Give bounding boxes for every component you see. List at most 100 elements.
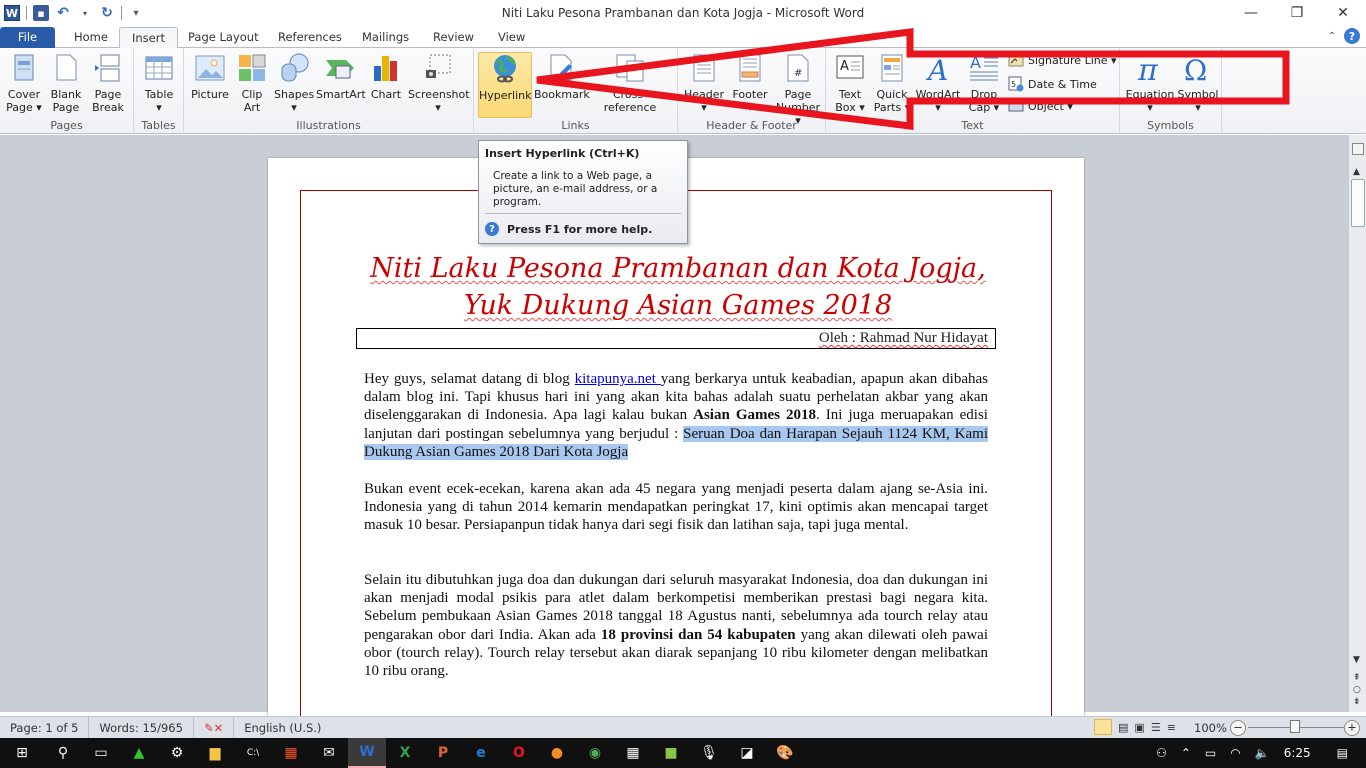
vertical-scrollbar[interactable]: ▲ ▼ ⇞ ○ ⇟ <box>1348 135 1366 712</box>
undo-dropdown-icon[interactable]: ▾ <box>77 5 93 21</box>
text-box-button[interactable]: A Text Box ▾ <box>830 52 870 114</box>
view-ruler-icon[interactable] <box>1352 143 1364 155</box>
page-count[interactable]: Page: 1 of 5 <box>0 716 90 739</box>
opera-icon[interactable]: O <box>500 738 538 768</box>
clock[interactable]: 6:25 <box>1284 746 1311 760</box>
task-view-icon[interactable]: ▭ <box>82 738 120 768</box>
sticky-notes-icon[interactable]: ◪ <box>728 738 766 768</box>
zoom-slider-thumb[interactable] <box>1290 720 1300 733</box>
quick-parts-button[interactable]: Quick Parts ▾ <box>872 52 912 114</box>
tab-home[interactable]: Home <box>62 27 120 48</box>
excel-icon[interactable]: X <box>386 738 424 768</box>
file-explorer-icon[interactable]: ▆ <box>196 738 234 768</box>
object-button[interactable]: Object ▾ <box>1008 98 1073 114</box>
footer-button[interactable]: Footer ▾ <box>728 52 772 114</box>
clip-art-label: Clip Art <box>241 88 263 114</box>
blog-link[interactable]: kitapunya.net <box>575 371 661 387</box>
scroll-down-arrow-icon[interactable]: ▼ <box>1353 655 1360 665</box>
word-taskbar-icon[interactable]: W <box>348 738 386 768</box>
web-layout-icon[interactable]: ▣ <box>1134 721 1144 734</box>
drop-cap-button[interactable]: A Drop Cap ▾ <box>964 52 1004 114</box>
show-hidden-icons[interactable]: ⌃ <box>1181 746 1191 760</box>
bookmark-icon <box>545 52 577 84</box>
edge-icon[interactable]: e <box>462 738 500 768</box>
people-icon[interactable]: ⚇ <box>1156 746 1167 760</box>
draft-view-icon[interactable]: ≡ <box>1167 721 1176 734</box>
wordart-button[interactable]: A WordArt ▾ <box>914 52 962 114</box>
customize-qat-icon[interactable]: ▾ <box>128 5 144 21</box>
select-browse-object-icon[interactable]: ○ <box>1353 685 1361 695</box>
battery-icon[interactable]: ▭ <box>1205 746 1216 760</box>
outline-view-icon[interactable]: ☰ <box>1151 721 1161 734</box>
undo-icon[interactable]: ↶ <box>55 5 71 21</box>
zoom-in-button[interactable]: + <box>1344 720 1360 736</box>
zoom-out-button[interactable]: − <box>1230 720 1246 736</box>
redo-icon[interactable]: ↻ <box>99 5 115 21</box>
signature-line-button[interactable]: Signature Line ▾ <box>1008 52 1117 68</box>
bookmark-button[interactable]: Bookmark <box>534 52 590 101</box>
next-page-icon[interactable]: ⇟ <box>1353 697 1361 707</box>
powerpoint-icon[interactable]: P <box>424 738 462 768</box>
shapes-button[interactable]: Shapes ▾ <box>274 52 314 114</box>
start-icon[interactable]: ⊞ <box>0 738 44 768</box>
tab-view[interactable]: View <box>486 27 537 48</box>
zoom-level[interactable]: 100% <box>1194 717 1227 739</box>
search-icon[interactable]: ⚲ <box>44 738 82 768</box>
language[interactable]: English (U.S.) <box>234 717 331 739</box>
tab-file[interactable]: File <box>0 27 55 48</box>
cross-reference-button[interactable]: Cross-reference <box>590 52 670 114</box>
scroll-up-arrow-icon[interactable]: ▲ <box>1353 167 1360 177</box>
app-green-2-icon[interactable]: ■ <box>652 738 690 768</box>
svg-text:A: A <box>925 54 948 84</box>
tab-review[interactable]: Review <box>421 27 486 48</box>
header-button[interactable]: Header ▾ <box>682 52 726 114</box>
chrome-icon[interactable]: ◉ <box>576 738 614 768</box>
full-screen-reading-icon[interactable]: ▤ <box>1118 721 1128 734</box>
proofing-icon[interactable]: ✎✕ <box>194 716 235 739</box>
table-button[interactable]: Table ▾ <box>139 52 179 114</box>
chart-button[interactable]: Chart <box>366 52 406 101</box>
action-center-icon[interactable]: ▤ <box>1337 746 1348 760</box>
tab-insert[interactable]: Insert <box>119 27 178 49</box>
voice-recorder-icon[interactable]: 🎙 <box>690 738 728 768</box>
equation-button[interactable]: π Equation ▾ <box>1124 52 1176 114</box>
print-layout-view-icon[interactable] <box>1094 719 1112 735</box>
previous-page-icon[interactable]: ⇞ <box>1353 673 1361 683</box>
date-time-button[interactable]: 5 Date & Time <box>1008 76 1097 92</box>
picture-button[interactable]: Picture <box>190 52 230 101</box>
word-count[interactable]: Words: 15/965 <box>89 716 194 739</box>
symbol-button[interactable]: Ω Symbol ▾ <box>1176 52 1220 114</box>
calculator-icon[interactable]: ▦ <box>614 738 652 768</box>
store-icon[interactable]: ▦ <box>272 738 310 768</box>
app-green-icon[interactable]: ▲ <box>120 738 158 768</box>
clip-art-button[interactable]: Clip Art <box>234 52 270 114</box>
blank-page-button[interactable]: Blank Page <box>48 52 84 114</box>
firefox-icon[interactable]: ● <box>538 738 576 768</box>
close-button[interactable]: ✕ <box>1320 0 1366 26</box>
minimize-ribbon-icon[interactable]: ⌃ <box>1328 31 1336 42</box>
word-logo-icon[interactable]: W <box>4 5 20 21</box>
minimize-button[interactable]: — <box>1228 0 1274 26</box>
help-icon[interactable]: ? <box>1344 28 1360 44</box>
paint-icon[interactable]: 🎨 <box>766 738 804 768</box>
restore-button[interactable]: ❐ <box>1274 0 1320 26</box>
tab-mailings[interactable]: Mailings <box>350 27 421 48</box>
terminal-icon[interactable]: C:\ <box>234 738 272 768</box>
page-number-button[interactable]: # Page Number ▾ <box>774 52 822 127</box>
volume-icon[interactable]: 🔈 <box>1255 746 1270 760</box>
save-icon[interactable]: ▪ <box>33 5 49 21</box>
hyperlink-button[interactable]: Hyperlink <box>478 52 532 118</box>
scrollbar-thumb[interactable] <box>1351 179 1365 227</box>
screenshot-button[interactable]: Screenshot ▾ <box>408 52 470 114</box>
group-label-text: Text <box>961 119 984 132</box>
chart-label: Chart <box>370 88 402 101</box>
cross-reference-icon <box>614 52 646 84</box>
tab-page-layout[interactable]: Page Layout <box>176 27 271 48</box>
cover-page-button[interactable]: Cover Page ▾ <box>4 52 44 114</box>
wifi-icon[interactable]: ◠ <box>1230 746 1240 760</box>
tab-references[interactable]: References <box>266 27 354 48</box>
mail-icon[interactable]: ✉ <box>310 738 348 768</box>
page-break-button[interactable]: Page Break <box>90 52 126 114</box>
smartart-button[interactable]: SmartArt <box>316 52 366 101</box>
settings-icon[interactable]: ⚙ <box>158 738 196 768</box>
